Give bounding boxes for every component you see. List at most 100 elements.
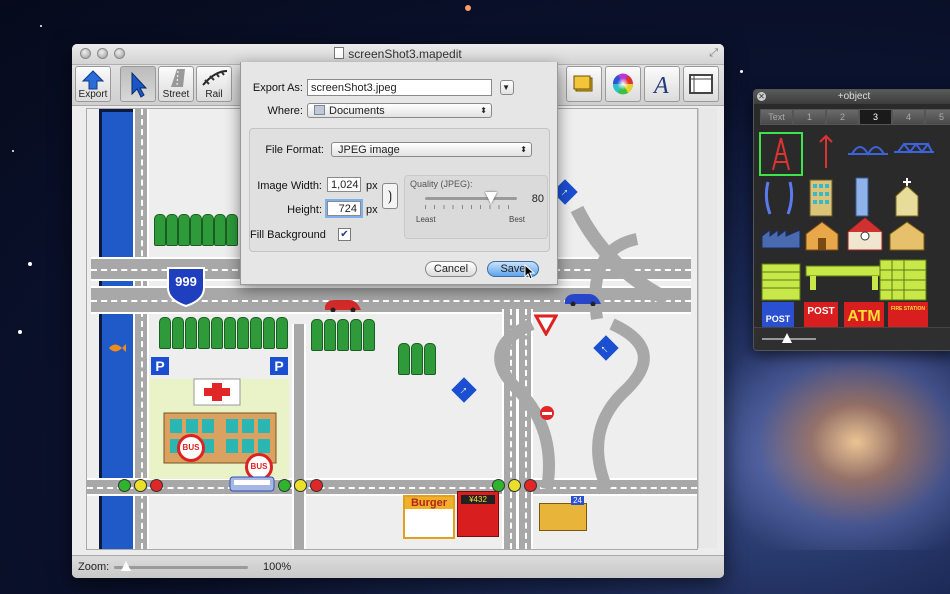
quality-value: 80: [531, 193, 544, 205]
red-car-icon: [325, 300, 361, 312]
fire-station-object[interactable]: FIRE STATION: [888, 302, 928, 328]
house-icon[interactable]: [804, 218, 840, 252]
quality-slider[interactable]: [425, 192, 517, 204]
export-button[interactable]: Export: [75, 66, 111, 102]
folder-icon: [314, 105, 325, 115]
zoom-slider-thumb[interactable]: [121, 561, 131, 571]
export-icon: [81, 70, 105, 90]
post-office-object[interactable]: POST: [804, 302, 838, 328]
no-entry-sign-icon: [540, 406, 554, 420]
palette-tab-text[interactable]: Text: [760, 109, 793, 125]
palette-tab-2[interactable]: 2: [826, 109, 859, 125]
traffic-light-yellow: [508, 479, 521, 492]
quality-least-label: Least: [416, 215, 436, 224]
tree: [324, 319, 336, 351]
blue-car-icon: [565, 294, 601, 306]
palette-tab-4[interactable]: 4: [892, 109, 925, 125]
shop-house-icon[interactable]: [888, 218, 926, 252]
post-box-object[interactable]: POST: [762, 302, 794, 328]
route-shield-icon: 999: [167, 267, 205, 308]
road-vertical: [292, 324, 306, 549]
desktop-star: [465, 5, 471, 11]
palette-tab-3[interactable]: 3: [859, 109, 892, 125]
truss-bridge-icon[interactable]: [892, 138, 936, 158]
traffic-light-red: [524, 479, 537, 492]
fire-station-label: FIRE STATION: [891, 306, 925, 312]
traffic-light-red: [310, 479, 323, 492]
tree: [276, 317, 288, 349]
aspect-lock-icon[interactable]: ⟯: [382, 183, 398, 209]
zoom-label: Zoom:: [78, 561, 110, 573]
tree: [350, 319, 362, 351]
window-title-text: screenShot3.mapedit: [348, 47, 462, 61]
pylon-icon[interactable]: [762, 178, 796, 218]
status-bar: Zoom: 100%: [72, 555, 724, 578]
rail-tool-button[interactable]: Rail: [196, 66, 232, 102]
frame-tool-button[interactable]: [683, 66, 719, 102]
quality-slider-thumb[interactable]: [485, 192, 498, 204]
palette-tab-1[interactable]: 1: [793, 109, 826, 125]
vertical-scrollbar[interactable]: [698, 108, 717, 548]
export-dialog: Export As: screenShot3.jpeg ▼ Where: Doc…: [240, 62, 558, 285]
fish-icon: [109, 344, 126, 352]
bridge-icon[interactable]: [846, 138, 890, 158]
burger-shop: Burger: [403, 495, 455, 539]
color-tool-button[interactable]: [605, 66, 641, 102]
grid-building-icon[interactable]: [878, 256, 928, 302]
file-format-popup[interactable]: JPEG image ⬍: [331, 142, 532, 157]
tree: [363, 319, 375, 351]
object-tower-selected[interactable]: [759, 132, 803, 176]
traffic-light-yellow: [294, 479, 307, 492]
palette-title-bar[interactable]: ✕ +object: [754, 90, 950, 104]
quality-ticks: [425, 205, 517, 209]
tree: [250, 317, 262, 349]
fullscreen-icon[interactable]: ⤢: [709, 47, 718, 60]
palette-size-slider[interactable]: [762, 333, 816, 343]
antenna-icon[interactable]: [806, 132, 846, 172]
atm-object[interactable]: ATM: [844, 302, 884, 328]
church-icon[interactable]: [892, 176, 922, 218]
overpass-icon[interactable]: [804, 262, 884, 292]
frame-icon: [689, 74, 713, 94]
tower-building-icon[interactable]: [852, 176, 872, 218]
color-wheel-icon: [612, 73, 634, 95]
burger-shop-label: Burger: [405, 497, 453, 509]
palette-bottom-bar: [754, 327, 950, 350]
where-value: Documents: [329, 105, 385, 117]
tree: [424, 343, 436, 375]
desktop-star: [28, 262, 32, 266]
desktop-star: [40, 25, 42, 27]
height-input[interactable]: 724: [327, 201, 361, 216]
bus-stop-sign: BUS: [177, 434, 205, 462]
tree: [311, 319, 323, 351]
expand-dialog-button[interactable]: ▼: [500, 80, 514, 95]
palette-close-button[interactable]: ✕: [757, 92, 766, 101]
where-popup[interactable]: Documents ⬍: [307, 103, 492, 118]
image-width-input[interactable]: 1,024: [327, 177, 361, 192]
traffic-light-green: [278, 479, 291, 492]
tree: [211, 317, 223, 349]
palette-size-slider-thumb[interactable]: [782, 333, 792, 343]
file-format-label: File Format:: [265, 144, 324, 156]
convenience-store: 24: [539, 496, 587, 531]
palette-title: +object: [837, 91, 871, 102]
mouse-cursor-icon: [524, 264, 536, 280]
office-building-icon[interactable]: [806, 176, 836, 218]
street-tool-button[interactable]: Street: [158, 66, 194, 102]
tree: [226, 214, 238, 246]
window-title: screenShot3.mapedit: [72, 47, 724, 61]
palette-tab-5[interactable]: 5: [925, 109, 950, 125]
desktop-star: [18, 330, 22, 334]
apartment-icon[interactable]: [760, 258, 802, 302]
svg-text:A: A: [652, 73, 669, 99]
school-icon[interactable]: [846, 214, 884, 252]
factory-icon[interactable]: [760, 226, 802, 250]
select-tool-button[interactable]: [120, 66, 156, 102]
cancel-button[interactable]: Cancel: [425, 261, 477, 277]
layer-tool-button[interactable]: [566, 66, 602, 102]
text-tool-button[interactable]: A: [644, 66, 680, 102]
zoom-slider[interactable]: [114, 561, 248, 571]
fill-background-checkbox[interactable]: ✔: [338, 228, 351, 241]
traffic-light-yellow: [134, 479, 147, 492]
filename-input[interactable]: screenShot3.jpeg: [307, 79, 492, 96]
